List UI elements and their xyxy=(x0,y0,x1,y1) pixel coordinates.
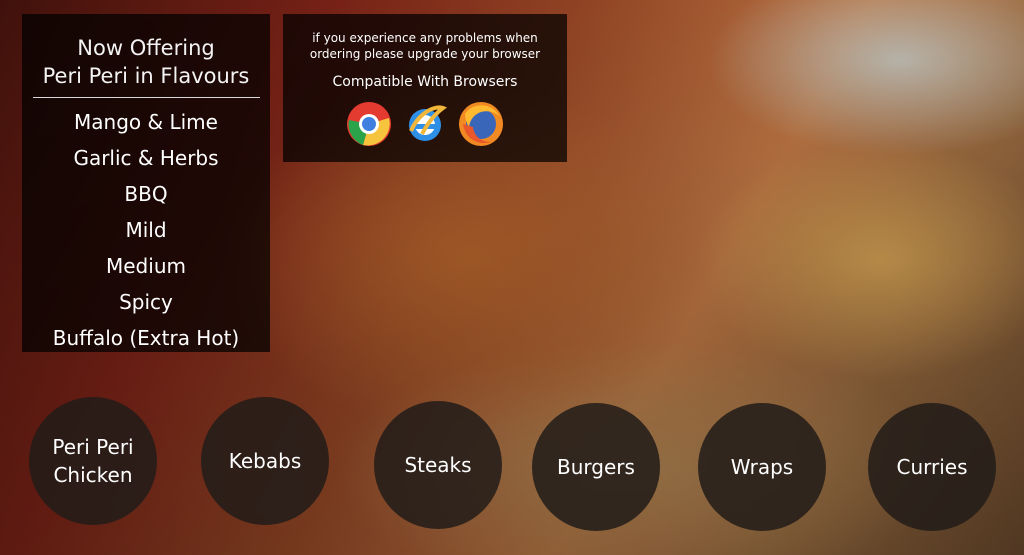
internet-explorer-icon[interactable] xyxy=(401,100,449,148)
nav-label: Peri Peri Chicken xyxy=(52,435,134,487)
flavour-item: BBQ xyxy=(124,182,168,206)
flavour-item: Medium xyxy=(106,254,186,278)
flavours-panel: Now Offering Peri Peri in Flavours Mango… xyxy=(22,14,270,352)
divider xyxy=(32,97,260,98)
nav-wraps-button[interactable]: Wraps xyxy=(698,403,826,531)
flavours-title: Now Offering Peri Peri in Flavours xyxy=(42,36,250,88)
flavour-item: Spicy xyxy=(119,290,173,314)
browser-icons xyxy=(283,100,567,148)
nav-curries-button[interactable]: Curries xyxy=(868,403,996,531)
nav-label: Kebabs xyxy=(228,449,302,473)
flavour-item: Mild xyxy=(125,218,167,242)
nav-label: Steaks xyxy=(404,453,472,477)
nav-kebabs-button[interactable]: Kebabs xyxy=(201,397,329,525)
nav-label: Burgers xyxy=(557,455,635,479)
browser-compatibility-panel: if you experience any problems when orde… xyxy=(283,14,567,162)
flavour-item: Garlic & Herbs xyxy=(73,146,219,170)
firefox-icon[interactable] xyxy=(457,100,505,148)
compatible-label: Compatible With Browsers xyxy=(332,74,518,90)
flavour-item: Mango & Lime xyxy=(74,110,218,134)
nav-burgers-button[interactable]: Burgers xyxy=(532,403,660,531)
flavour-item: Buffalo (Extra Hot) xyxy=(52,326,240,350)
nav-steaks-button[interactable]: Steaks xyxy=(374,401,502,529)
nav-label: Curries xyxy=(896,455,968,479)
nav-label: Wraps xyxy=(730,455,794,479)
nav-peri-peri-chicken-button[interactable]: Peri Peri Chicken xyxy=(29,397,157,525)
browser-notice: if you experience any problems when orde… xyxy=(309,31,541,61)
chrome-icon[interactable] xyxy=(345,100,393,148)
